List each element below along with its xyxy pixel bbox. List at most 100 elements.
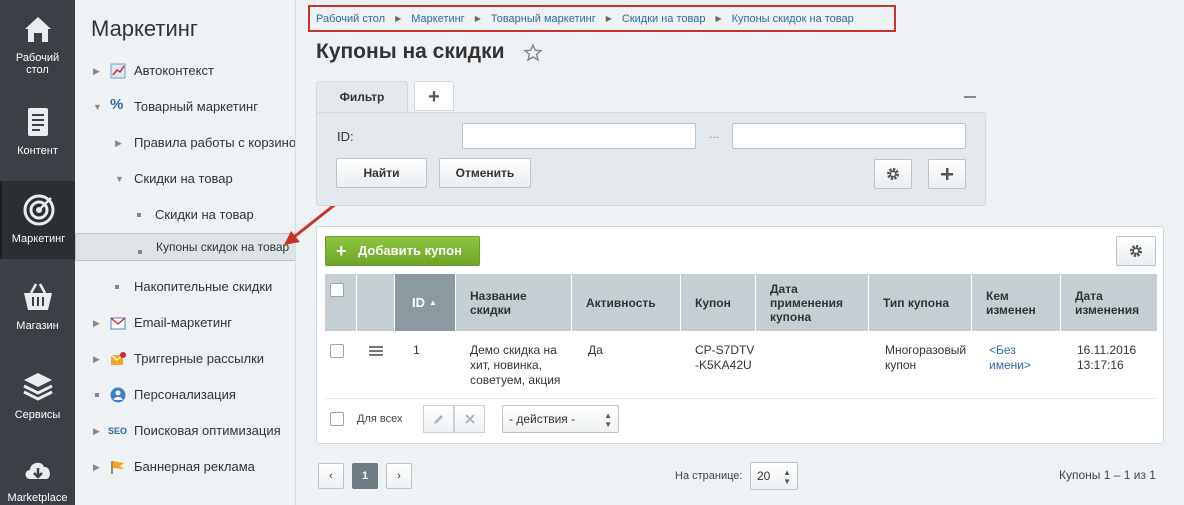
page-button-current[interactable]: 1 — [352, 463, 378, 489]
main-content: Рабочий стол ▶ Маркетинг ▶ Товарный маркетин… — [296, 0, 1184, 505]
menu-item-product-marketing[interactable]: ▼ % Товарный маркетинг — [75, 89, 295, 125]
rail-desktop[interactable]: Рабочий стол — [0, 0, 75, 78]
prev-page-button[interactable]: ‹ — [318, 463, 344, 489]
arrow-right-icon[interactable]: ▶ — [93, 305, 100, 341]
column-header-applied[interactable]: Дата применения купона — [756, 274, 869, 331]
menu-item-triggers[interactable]: ▶ Триггерные рассылки — [75, 341, 295, 377]
grid-header: ID ▲ Название скидки Активность Купон Дат… — [325, 274, 1157, 331]
menu-item-email[interactable]: ▶ Email-маркетинг — [75, 305, 295, 341]
modified-by-link[interactable]: <Без имени> — [989, 343, 1031, 372]
rail-marketplace[interactable]: Marketplace — [0, 440, 75, 505]
range-separator: ... — [709, 127, 720, 141]
column-header-modified-by[interactable]: Кем изменен — [972, 274, 1061, 331]
arrow-right-icon[interactable]: ▶ — [115, 125, 122, 161]
next-page-button[interactable]: › — [386, 463, 412, 489]
arrow-right-icon[interactable]: ▶ — [93, 413, 100, 449]
id-from-input[interactable] — [462, 123, 696, 149]
column-header-active[interactable]: Активность — [572, 274, 681, 331]
breadcrumb-link[interactable]: Товарный маркетинг — [491, 13, 596, 25]
gear-icon — [1130, 245, 1142, 257]
menu-item-cart-rules[interactable]: ▶ Правила работы с корзиной — [75, 125, 296, 161]
cell-name: Демо скидка на хит, новинка, советуем, а… — [470, 343, 561, 387]
per-page-select[interactable]: 20 ▲ ▼ — [750, 462, 798, 490]
per-page-label: На странице: — [675, 470, 743, 482]
column-header-name[interactable]: Название скидки — [456, 274, 572, 331]
hamburger-icon[interactable] — [369, 345, 383, 357]
edit-button[interactable] — [423, 405, 454, 433]
arrow-down-icon[interactable]: ▼ — [115, 161, 124, 197]
close-icon — [465, 414, 475, 424]
trigger-mail-icon — [110, 352, 126, 365]
id-label: ID: — [337, 129, 354, 144]
breadcrumb-link[interactable]: Купоны скидок на товар — [732, 13, 854, 25]
menu-item-label: Купоны скидок на товар — [156, 240, 290, 254]
actions-select-value: - действия - — [509, 412, 576, 426]
add-coupon-label: Добавить купон — [358, 243, 462, 258]
cell-modified-by: <Без имени> — [989, 343, 1049, 373]
menu-item-label: Правила работы с корзиной — [134, 135, 296, 150]
column-header-coupon[interactable]: Купон — [681, 274, 756, 331]
breadcrumb-link[interactable]: Скидки на товар — [622, 13, 706, 25]
menu-item-label: Скидки на товар — [155, 207, 254, 222]
flag-icon — [111, 461, 124, 474]
add-filter-tab-button[interactable]: + — [414, 81, 454, 111]
menu-item-discounts-list[interactable]: Скидки на товар — [75, 197, 295, 233]
arrow-right-icon[interactable]: ▶ — [93, 341, 100, 377]
target-icon — [23, 194, 54, 226]
pager-summary: Купоны 1 – 1 из 1 — [1059, 468, 1156, 482]
bullet-icon — [137, 213, 141, 217]
arrow-down-icon[interactable]: ▼ — [93, 89, 102, 125]
select-all-cell — [325, 274, 357, 331]
breadcrumb-link[interactable]: Рабочий стол — [316, 13, 385, 25]
plus-icon: + — [336, 241, 347, 261]
cell-modified-at: 16.11.2016 13:17:16 — [1077, 343, 1137, 372]
column-header-modified-at[interactable]: Дата изменения — [1061, 274, 1157, 331]
menu-item-banners[interactable]: ▶ Баннерная реклама — [75, 449, 295, 485]
arrow-right-icon[interactable]: ▶ — [93, 449, 100, 485]
rail-shop[interactable]: Магазин — [0, 268, 75, 346]
plus-icon — [941, 168, 953, 180]
menu-item-label: Накопительные скидки — [134, 279, 273, 294]
breadcrumb-link[interactable]: Маркетинг — [411, 13, 464, 25]
breadcrumb: Рабочий стол ▶ Маркетинг ▶ Товарный маркетин… — [308, 5, 896, 32]
menu-item-personalization[interactable]: Персонализация — [75, 377, 295, 413]
pencil-icon — [434, 415, 443, 424]
menu-item-autocontext[interactable]: ▶ Автоконтекст — [75, 53, 295, 89]
find-button[interactable]: Найти — [336, 158, 427, 188]
menu-item-coupons[interactable]: Купоны скидок на товар — [75, 233, 295, 261]
bullet-icon — [138, 250, 142, 254]
grid-footer: Для всех - действия - ▲ ▼ — [325, 398, 1157, 438]
cell-active: Да — [588, 343, 603, 357]
column-header-id[interactable]: ID ▲ — [395, 274, 456, 331]
menu-item-label: Триггерные рассылки — [134, 351, 265, 366]
table-row[interactable]: 1 Демо скидка на хит, новинка, советуем,… — [325, 331, 1157, 398]
for-all-checkbox[interactable] — [330, 412, 344, 426]
cancel-button[interactable]: Отменить — [439, 158, 531, 188]
menu-item-cumulative[interactable]: Накопительные скидки — [75, 269, 295, 305]
id-to-input[interactable] — [732, 123, 966, 149]
rail-label: Контент — [17, 145, 58, 157]
filter-settings-button[interactable] — [874, 159, 912, 189]
menu-item-label: Персонализация — [134, 387, 236, 402]
column-header-label: ID — [412, 294, 425, 310]
menu-item-label: Email-маркетинг — [134, 315, 233, 330]
percent-icon: % — [110, 96, 124, 113]
add-filter-field-button[interactable] — [928, 159, 966, 189]
actions-select[interactable]: - действия - ▲ ▼ — [502, 405, 619, 433]
add-coupon-button[interactable]: + Добавить купон — [325, 236, 480, 266]
rail-services[interactable]: Сервисы — [0, 357, 75, 435]
arrow-right-icon[interactable]: ▶ — [93, 53, 100, 89]
grid-settings-button[interactable] — [1116, 236, 1156, 266]
rail-content[interactable]: Контент — [0, 93, 75, 171]
delete-button[interactable] — [454, 405, 485, 433]
collapse-filter-icon[interactable] — [964, 96, 976, 98]
row-checkbox[interactable] — [330, 344, 344, 358]
select-all-checkbox[interactable] — [330, 283, 344, 297]
star-icon[interactable] — [523, 43, 543, 63]
menu-item-seo[interactable]: ▶ SEO Поисковая оптимизация — [75, 413, 295, 449]
rail-marketing[interactable]: Маркетинг — [0, 181, 75, 259]
menu-item-product-discounts[interactable]: ▼ Скидки на товар — [75, 161, 295, 197]
tab-filter[interactable]: Фильтр — [316, 81, 408, 113]
column-header-type[interactable]: Тип купона — [869, 274, 972, 331]
bullet-icon — [95, 393, 99, 397]
